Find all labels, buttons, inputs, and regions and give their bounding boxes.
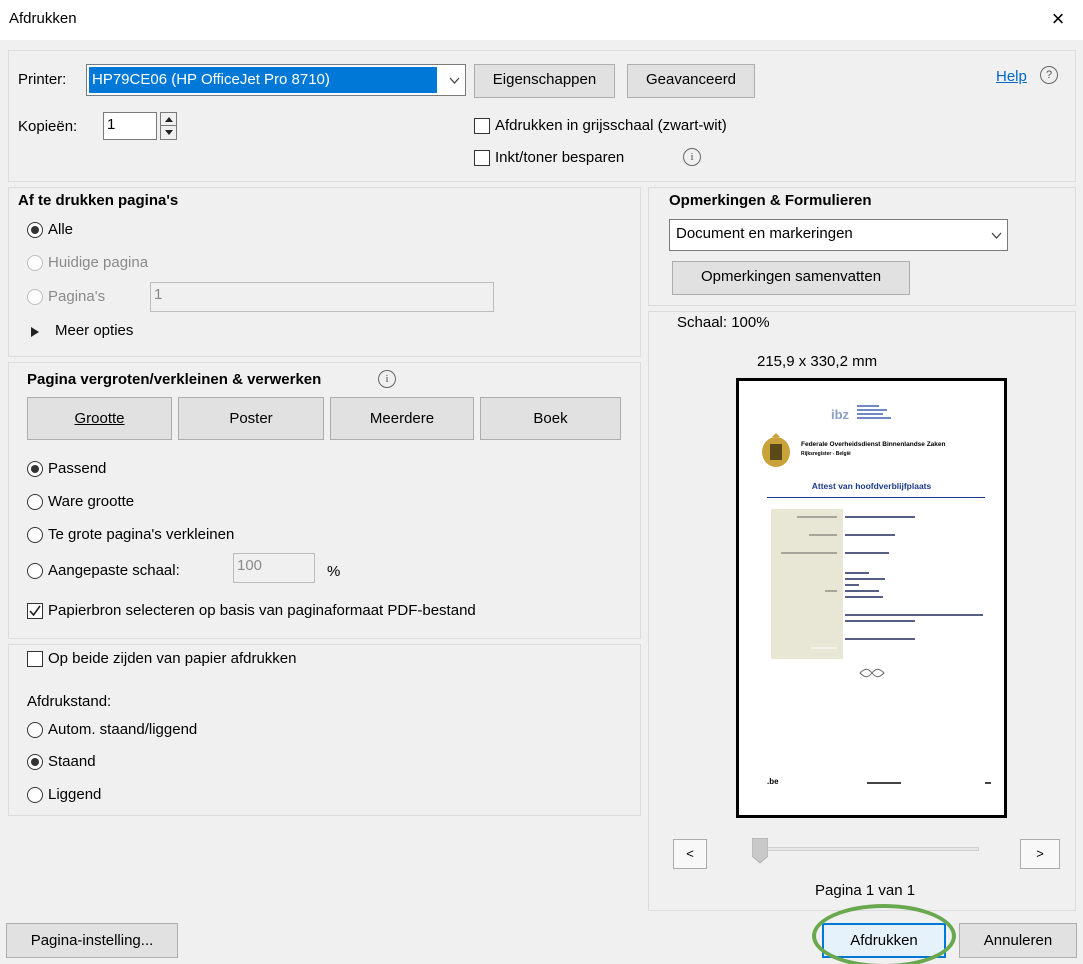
comments-heading: Opmerkingen & Formulieren — [669, 192, 872, 209]
tab-size[interactable]: Grootte — [27, 397, 172, 440]
chevron-down-icon — [443, 65, 465, 95]
printer-select-value: HP79CE06 (HP OfficeJet Pro 8710) — [89, 67, 437, 93]
stepper-up-icon[interactable] — [161, 113, 176, 126]
tab-poster[interactable]: Poster — [178, 397, 324, 440]
pages-range-label: Pagina's — [48, 288, 106, 305]
tab-booklet[interactable]: Boek — [480, 397, 621, 440]
page-indicator: Pagina 1 van 1 — [815, 882, 916, 899]
portrait-label: Staand — [48, 753, 96, 770]
pages-current-label: Huidige pagina — [48, 254, 149, 271]
pages-range-radio[interactable] — [27, 289, 43, 305]
custom-scale-input[interactable]: 100 — [233, 553, 315, 583]
duplex-checkbox[interactable] — [27, 651, 43, 667]
comments-select-value: Document en markeringen — [676, 225, 853, 242]
custom-scale-radio[interactable] — [27, 563, 43, 579]
pages-heading: Af te drukken pagina's — [18, 192, 179, 209]
comments-select[interactable]: Document en markeringen — [669, 219, 1008, 251]
save-ink-label: Inkt/toner besparen — [495, 149, 625, 166]
page-dimensions: 215,9 x 330,2 mm — [757, 353, 878, 370]
scale-label: Schaal: 100% — [677, 314, 770, 331]
grayscale-label: Afdrukken in grijsschaal (zwart-wit) — [495, 117, 727, 134]
doc-org-line1: Federale Overheidsdienst Binnenlandse Za… — [801, 441, 946, 448]
coat-of-arms-icon — [759, 433, 793, 469]
info-icon[interactable]: i — [378, 370, 396, 388]
doc-fields — [775, 513, 985, 653]
doc-title: Attest van hoofdverblijfplaats — [811, 481, 932, 491]
tab-size-label: Grootte — [74, 410, 125, 427]
pages-current-radio[interactable] — [27, 255, 43, 271]
page-slider-thumb[interactable] — [751, 837, 769, 864]
advanced-button[interactable]: Geavanceerd — [627, 64, 755, 98]
paper-source-checkbox[interactable] — [27, 603, 43, 619]
doc-footer-text — [867, 782, 901, 784]
portrait-radio[interactable] — [27, 754, 43, 770]
page-slider-track[interactable] — [753, 847, 979, 851]
actual-size-label: Ware grootte — [48, 493, 135, 510]
title-bar — [0, 0, 1083, 40]
annotation-circle — [812, 904, 956, 964]
info-icon[interactable]: i — [683, 148, 701, 166]
sizing-heading: Pagina vergroten/verkleinen & verwerken — [27, 371, 322, 388]
save-ink-checkbox[interactable] — [474, 150, 490, 166]
custom-scale-label: Aangepaste schaal: — [48, 562, 180, 579]
page-preview: ibz Federale Overheidsdienst Binnenlands… — [736, 378, 1007, 818]
auto-orientation-label: Autom. staand/liggend — [48, 721, 198, 738]
triangle-right-icon[interactable] — [31, 324, 39, 341]
doc-logo-lines — [857, 404, 895, 422]
copies-stepper[interactable] — [160, 112, 177, 140]
printer-select[interactable]: HP79CE06 (HP OfficeJet Pro 8710) — [86, 64, 466, 96]
shrink-radio[interactable] — [27, 527, 43, 543]
fit-label: Passend — [48, 460, 107, 477]
window-title: Afdrukken — [9, 10, 77, 27]
doc-footer-logo: .be — [767, 777, 779, 786]
prev-page-button[interactable]: < — [673, 839, 707, 869]
shrink-label: Te grote pagina's verkleinen — [48, 526, 235, 543]
page-setup-button[interactable]: Pagina-instelling... — [6, 923, 178, 958]
chevron-down-icon — [985, 220, 1007, 250]
doc-footer-pagenum — [985, 782, 991, 784]
summarize-comments-button[interactable]: Opmerkingen samenvatten — [672, 261, 910, 295]
copies-label: Kopieën: — [18, 118, 78, 135]
properties-button[interactable]: Eigenschappen — [474, 64, 615, 98]
tab-multiple[interactable]: Meerdere — [330, 397, 474, 440]
next-page-button[interactable]: > — [1020, 839, 1060, 869]
landscape-label: Liggend — [48, 786, 102, 803]
stepper-down-icon[interactable] — [161, 126, 176, 139]
duplex-label: Op beide zijden van papier afdrukken — [48, 650, 297, 667]
percent-label: % — [327, 563, 341, 580]
close-icon[interactable]: × — [1043, 4, 1073, 34]
more-options-link[interactable]: Meer opties — [55, 322, 133, 339]
pages-all-radio[interactable] — [27, 222, 43, 238]
pages-range-input[interactable]: 1 — [150, 282, 494, 312]
fit-radio[interactable] — [27, 461, 43, 477]
actual-size-radio[interactable] — [27, 494, 43, 510]
copies-input[interactable]: 1 — [103, 112, 157, 140]
grayscale-checkbox[interactable] — [474, 118, 490, 134]
cancel-button[interactable]: Annuleren — [959, 923, 1077, 958]
pages-all-label: Alle — [48, 221, 74, 238]
paper-source-label: Papierbron selecteren op basis van pagin… — [48, 602, 476, 619]
auto-orientation-radio[interactable] — [27, 722, 43, 738]
ornament-icon — [859, 665, 885, 678]
help-link[interactable]: Help — [996, 68, 1027, 85]
help-icon[interactable]: ? — [1040, 66, 1058, 84]
printer-label: Printer: — [18, 71, 67, 88]
doc-title-rule — [767, 497, 985, 498]
doc-org-line2: Rijksregister - België — [801, 451, 851, 457]
doc-logo: ibz — [831, 407, 850, 422]
landscape-radio[interactable] — [27, 787, 43, 803]
orientation-label: Afdrukstand: — [27, 693, 112, 710]
